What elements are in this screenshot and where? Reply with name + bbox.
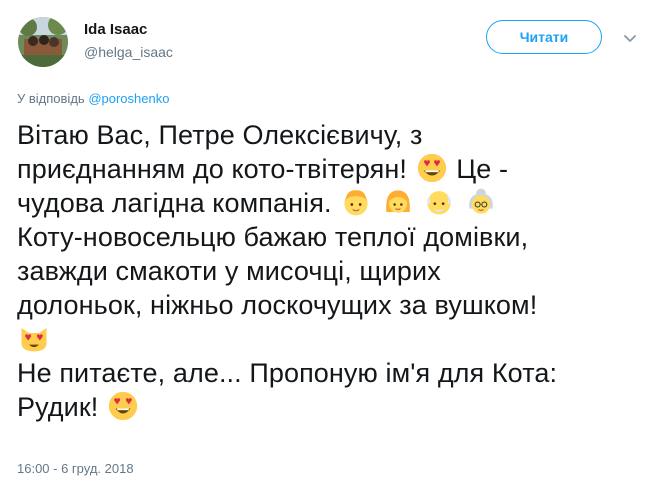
tweet-header: Ida Isaac @helga_isaac Читати bbox=[16, 10, 645, 74]
tweet-line-1: Вітаю Вас, Петре Олексієвичу, з bbox=[17, 118, 647, 152]
boy-emoji bbox=[344, 190, 368, 216]
old-man-emoji bbox=[427, 191, 452, 215]
tweet-line-5: завжди смакоти у мисочці, щирих bbox=[17, 254, 647, 288]
chevron-down-icon[interactable] bbox=[622, 30, 638, 46]
tweet-line-7 bbox=[17, 322, 647, 356]
reply-prefix: У відповідь bbox=[17, 91, 85, 106]
tweet-line-6: долоньок, ніжньо лоскочущих за вушком! bbox=[17, 288, 647, 322]
tweet-text-segment: Не питаєте, але... Пропоную ім'я для Кот… bbox=[17, 358, 558, 388]
tweet-text-segment: завжди смакоти у мисочці, щирих bbox=[17, 256, 441, 286]
reply-context: У відповідь @poroshenko bbox=[17, 90, 169, 108]
cat-heart-eyes-emoji bbox=[21, 328, 47, 352]
follow-button[interactable]: Читати bbox=[486, 20, 602, 54]
reply-mention-link[interactable]: @poroshenko bbox=[88, 91, 169, 106]
avatar[interactable] bbox=[18, 17, 68, 67]
tweet-text-segment: Коту-новосельцю бажаю теплої домівки, bbox=[17, 222, 529, 252]
heart-eyes-emoji bbox=[417, 153, 446, 183]
old-woman-emoji bbox=[469, 188, 493, 214]
tweet-text-segment: Вітаю Вас, Петре Олексієвичу, з bbox=[17, 120, 423, 150]
tweet-line-8: Не питаєте, але... Пропоную ім'я для Кот… bbox=[17, 356, 647, 390]
author-handle[interactable]: @helga_isaac bbox=[84, 42, 173, 62]
tweet-line-4: Коту-новосельцю бажаю теплої домівки, bbox=[17, 220, 647, 254]
tweet-line-3: чудова лагідна компанія. bbox=[17, 186, 647, 220]
tweet-line-9: Рудик! bbox=[17, 390, 647, 424]
heart-eyes-emoji bbox=[108, 391, 138, 421]
tweet-text-segment: приєднанням до кото-твітерян! bbox=[17, 154, 407, 184]
tweet-text-segment: Це - bbox=[456, 154, 509, 184]
tweet-text-segment: чудова лагідна компанія. bbox=[17, 188, 332, 218]
girl-emoji bbox=[385, 190, 410, 213]
tweet-text: Вітаю Вас, Петре Олексієвичу, з приєднан… bbox=[17, 118, 647, 424]
tweet-timestamp[interactable]: 16:00 - 6 груд. 2018 bbox=[17, 460, 134, 478]
tweet-text-segment: Рудик! bbox=[17, 392, 99, 422]
tweet-line-2: приєднанням до кото-твітерян! Це - bbox=[17, 152, 647, 186]
author-name[interactable]: Ida Isaac bbox=[84, 20, 147, 40]
avatar-image bbox=[18, 17, 68, 67]
tweet-text-segment: долоньок, ніжньо лоскочущих за вушком! bbox=[17, 290, 538, 320]
